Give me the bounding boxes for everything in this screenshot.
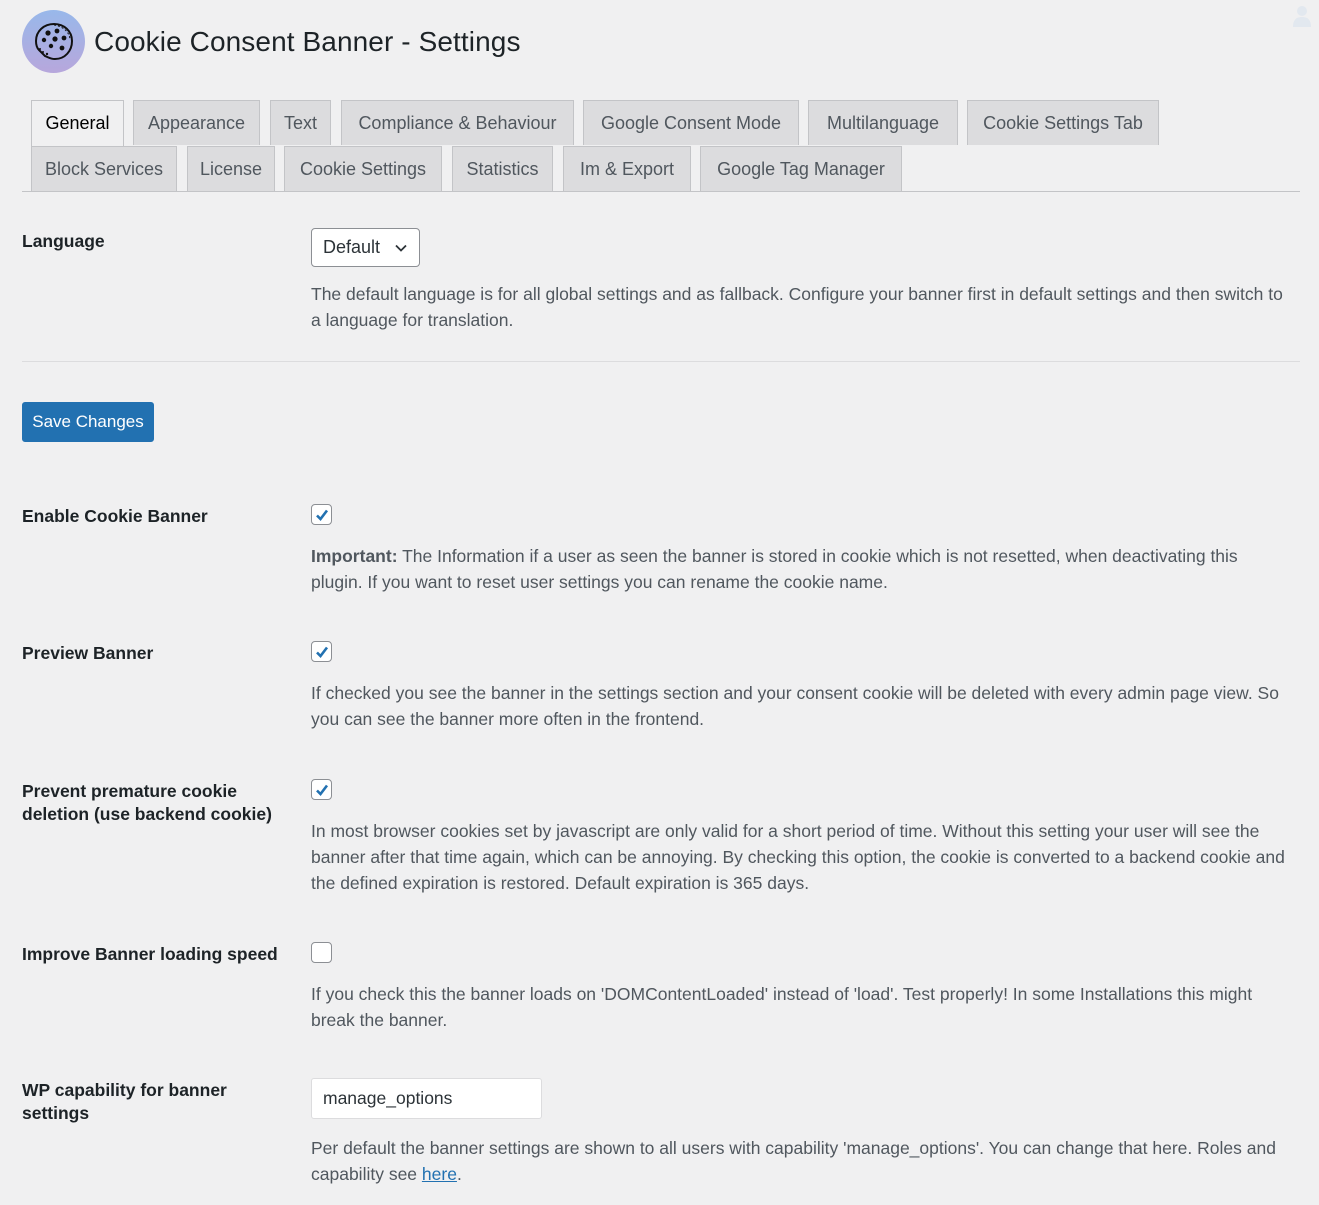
enable-banner-checkbox[interactable] — [311, 504, 332, 525]
improve-speed-checkbox[interactable] — [311, 942, 332, 963]
tab-label: Cookie Settings — [299, 158, 427, 179]
settings-tabs: General Appearance Text Compliance & Beh… — [22, 100, 1300, 192]
tab-label: General — [45, 113, 110, 133]
prevent-deletion-checkbox[interactable] — [311, 779, 332, 800]
checkmark-icon — [315, 784, 328, 796]
tab-multilanguage[interactable]: Multilanguage — [808, 100, 958, 145]
checkmark-icon — [315, 646, 328, 658]
roles-capability-link[interactable]: here — [422, 1164, 457, 1184]
improve-speed-description: If you check this the banner loads on 'D… — [311, 984, 1253, 1030]
language-select[interactable]: Default — [311, 228, 420, 267]
enable-banner-label: Enable Cookie Banner — [22, 506, 208, 526]
tab-label: Compliance & Behaviour — [358, 112, 557, 133]
tab-cookie-settings[interactable]: Cookie Settings — [284, 146, 442, 191]
wp-capability-label: WP capability for banner settings — [22, 1080, 227, 1123]
enable-banner-field: Important: The Information if a user as … — [311, 504, 1291, 595]
tab-statistics[interactable]: Statistics — [452, 146, 553, 191]
tab-label: Text — [283, 112, 317, 133]
tab-label: Google Consent Mode — [600, 112, 782, 133]
tab-label: Statistics — [466, 158, 539, 179]
checkmark-icon — [315, 509, 328, 521]
language-label: Language — [22, 231, 105, 251]
tab-label: Multilanguage — [826, 112, 940, 133]
tab-label: Block Services — [44, 158, 164, 179]
page-title: Cookie Consent Banner - Settings — [94, 25, 521, 57]
wp-capability-description: Per default the banner settings are show… — [311, 1135, 1291, 1187]
wp-capability-input[interactable]: manage_options — [311, 1078, 542, 1119]
save-changes-button[interactable]: Save Changes — [22, 402, 154, 442]
important-label: Important: — [311, 546, 398, 566]
tab-cookie-settings-tab[interactable]: Cookie Settings Tab — [967, 100, 1159, 145]
tab-label: License — [199, 158, 263, 179]
language-field: Default The default language is for all … — [311, 228, 1291, 333]
section-divider — [22, 361, 1300, 362]
preview-banner-description: If checked you see the banner in the set… — [311, 683, 1279, 729]
wp-capability-value: manage_options — [323, 1088, 453, 1108]
enable-banner-description: Important: The Information if a user as … — [311, 543, 1291, 595]
tab-google-tag-manager[interactable]: Google Tag Manager — [700, 146, 902, 191]
improve-speed-label: Improve Banner loading speed — [22, 944, 278, 964]
language-selected-value: Default — [323, 237, 381, 257]
page-header: Cookie Consent Banner - Settings — [22, 10, 521, 73]
preview-banner-field: If checked you see the banner in the set… — [311, 641, 1291, 732]
tab-label: Im & Export — [579, 158, 675, 179]
tab-compliance-behaviour[interactable]: Compliance & Behaviour — [341, 100, 574, 145]
improve-speed-field: If you check this the banner loads on 'D… — [311, 942, 1291, 1033]
wp-capability-field: manage_options Per default the banner se… — [311, 1078, 1291, 1187]
tab-label: Appearance — [147, 112, 246, 133]
preview-banner-label: Preview Banner — [22, 643, 154, 663]
prevent-deletion-label: Prevent premature cookie deletion (use b… — [22, 781, 272, 824]
tab-im-export[interactable]: Im & Export — [563, 146, 691, 191]
tab-label: Cookie Settings Tab — [983, 112, 1143, 133]
tab-block-services[interactable]: Block Services — [31, 146, 177, 191]
tab-general[interactable]: General — [31, 100, 124, 146]
enable-banner-description-text: The Information if a user as seen the ba… — [311, 546, 1238, 592]
cookie-icon — [22, 10, 85, 73]
prevent-deletion-field: In most browser cookies set by javascrip… — [311, 779, 1291, 896]
user-avatar-icon[interactable] — [1291, 4, 1313, 28]
tab-text[interactable]: Text — [270, 100, 331, 145]
language-description: The default language is for all global s… — [311, 284, 1283, 330]
chevron-down-icon — [395, 244, 407, 252]
tab-license[interactable]: License — [187, 146, 275, 191]
tab-appearance[interactable]: Appearance — [133, 100, 260, 145]
wp-capability-description-end: . — [456, 1164, 462, 1184]
tab-google-consent-mode[interactable]: Google Consent Mode — [583, 100, 799, 145]
preview-banner-checkbox[interactable] — [311, 641, 332, 662]
tab-label: Google Tag Manager — [717, 158, 885, 179]
prevent-deletion-description: In most browser cookies set by javascrip… — [311, 821, 1285, 893]
